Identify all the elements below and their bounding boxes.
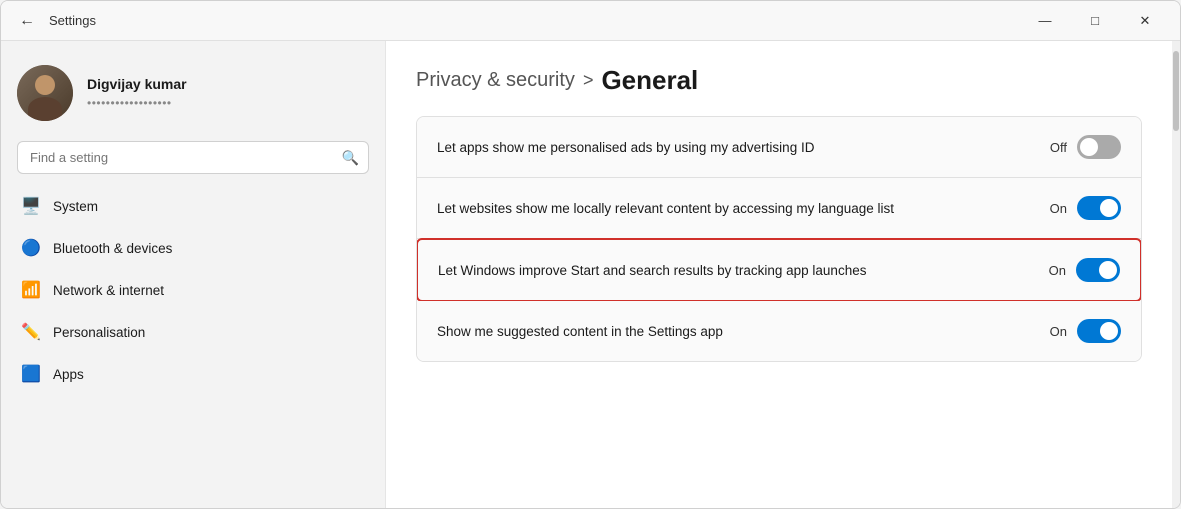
content-area: Privacy & security > General Let apps sh… xyxy=(386,41,1172,508)
window-title: Settings xyxy=(49,13,96,28)
sidebar-item-system[interactable]: 🖥️ System xyxy=(9,186,377,226)
avatar xyxy=(17,65,73,121)
back-button[interactable]: ← xyxy=(13,7,41,35)
setting-label-language: Let websites show me locally relevant co… xyxy=(437,201,1050,216)
sidebar-item-personalisation[interactable]: ✏️ Personalisation xyxy=(9,312,377,352)
setting-item-tracking: Let Windows improve Start and search res… xyxy=(416,238,1142,302)
window-controls: — □ ✕ xyxy=(1022,5,1168,37)
setting-item-suggestions: Show me suggested content in the Setting… xyxy=(417,301,1141,361)
scrollbar[interactable] xyxy=(1172,41,1180,508)
system-icon: 🖥️ xyxy=(21,196,41,216)
setting-status-ads: Off xyxy=(1050,140,1067,155)
network-icon: 📶 xyxy=(21,280,41,300)
breadcrumb: Privacy & security > General xyxy=(416,65,1142,96)
toggle-tracking[interactable] xyxy=(1076,258,1120,282)
main-layout: Digvijay kumar •••••••••••••••••• 🔍 🖥️ S… xyxy=(1,41,1180,508)
setting-status-tracking: On xyxy=(1049,263,1066,278)
user-name: Digvijay kumar xyxy=(87,76,187,92)
title-bar: ← Settings — □ ✕ xyxy=(1,1,1180,41)
setting-item-language: Let websites show me locally relevant co… xyxy=(417,178,1141,239)
breadcrumb-parent: Privacy & security xyxy=(416,69,575,92)
toggle-language[interactable] xyxy=(1077,196,1121,220)
toggle-ads[interactable] xyxy=(1077,135,1121,159)
setting-status-language: On xyxy=(1050,201,1067,216)
setting-right-language: On xyxy=(1050,196,1121,220)
apps-icon: 🟦 xyxy=(21,364,41,384)
scrollbar-thumb xyxy=(1173,51,1179,131)
personalisation-icon: ✏️ xyxy=(21,322,41,342)
close-button[interactable]: ✕ xyxy=(1122,5,1168,37)
breadcrumb-separator: > xyxy=(583,70,594,91)
search-input[interactable] xyxy=(17,141,369,174)
setting-right-tracking: On xyxy=(1049,258,1120,282)
search-icon: 🔍 xyxy=(342,149,359,166)
setting-right-suggestions: On xyxy=(1050,319,1121,343)
setting-label-ads: Let apps show me personalised ads by usi… xyxy=(437,140,1050,155)
setting-status-suggestions: On xyxy=(1050,324,1067,339)
nav-items: 🖥️ System 🔵 Bluetooth & devices 📶 Networ… xyxy=(1,186,385,394)
sidebar-item-bluetooth[interactable]: 🔵 Bluetooth & devices xyxy=(9,228,377,268)
setting-label-tracking: Let Windows improve Start and search res… xyxy=(438,263,1049,278)
setting-label-suggestions: Show me suggested content in the Setting… xyxy=(437,324,1050,339)
setting-item-ads: Let apps show me personalised ads by usi… xyxy=(417,117,1141,178)
sidebar-item-label-network: Network & internet xyxy=(53,283,164,298)
sidebar-item-apps[interactable]: 🟦 Apps xyxy=(9,354,377,394)
sidebar-item-label-bluetooth: Bluetooth & devices xyxy=(53,241,172,256)
user-email: •••••••••••••••••• xyxy=(87,96,187,110)
settings-window: ← Settings — □ ✕ Digvijay kumar ••••••••… xyxy=(0,0,1181,509)
bluetooth-icon: 🔵 xyxy=(21,238,41,258)
breadcrumb-current: General xyxy=(601,65,698,96)
sidebar: Digvijay kumar •••••••••••••••••• 🔍 🖥️ S… xyxy=(1,41,386,508)
minimize-button[interactable]: — xyxy=(1022,5,1068,37)
toggle-suggestions[interactable] xyxy=(1077,319,1121,343)
sidebar-item-label-system: System xyxy=(53,199,98,214)
user-info: Digvijay kumar •••••••••••••••••• xyxy=(87,76,187,110)
sidebar-item-network[interactable]: 📶 Network & internet xyxy=(9,270,377,310)
search-box: 🔍 xyxy=(17,141,369,174)
sidebar-item-label-personalisation: Personalisation xyxy=(53,325,145,340)
settings-list: Let apps show me personalised ads by usi… xyxy=(416,116,1142,362)
user-section: Digvijay kumar •••••••••••••••••• xyxy=(1,57,385,137)
maximize-button[interactable]: □ xyxy=(1072,5,1118,37)
setting-right-ads: Off xyxy=(1050,135,1121,159)
sidebar-item-label-apps: Apps xyxy=(53,367,84,382)
